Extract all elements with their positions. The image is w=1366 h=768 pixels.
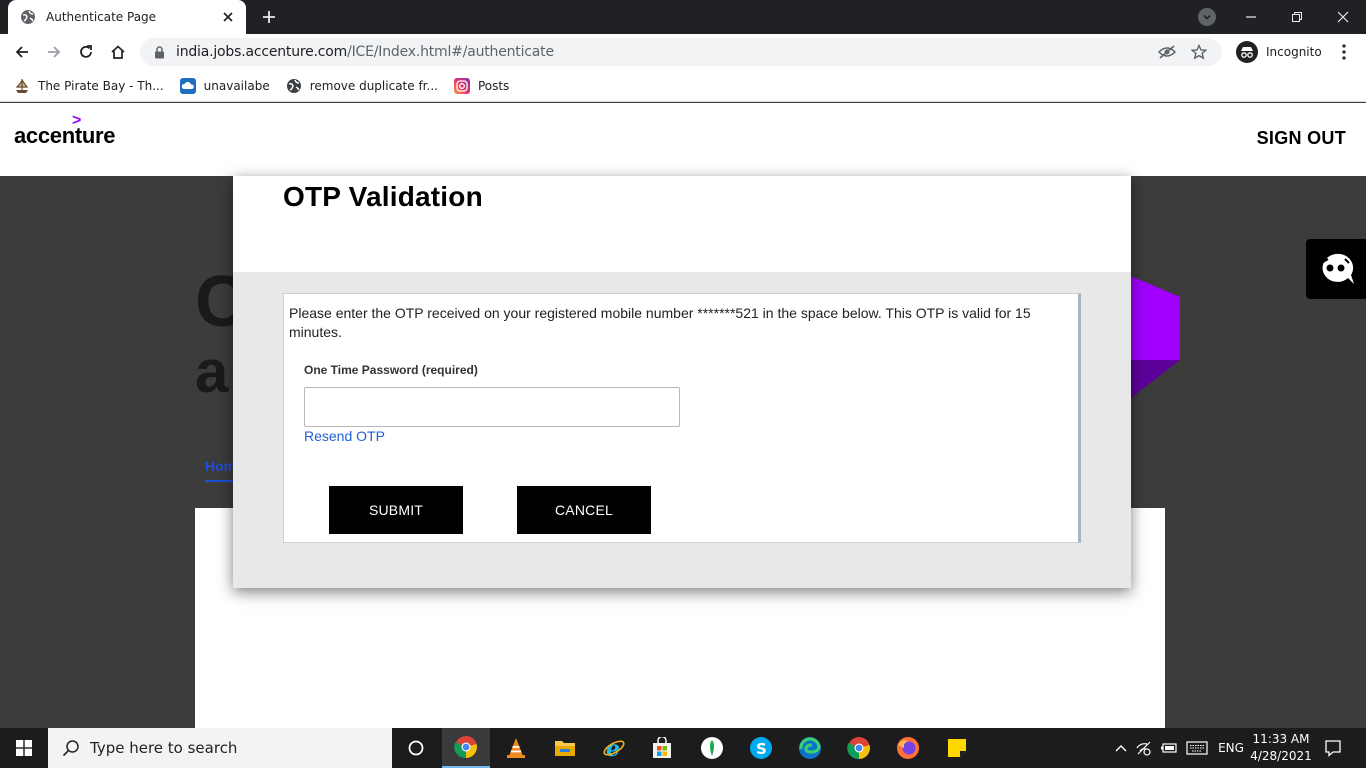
sticky-notes-icon[interactable] <box>933 728 981 768</box>
chat-help-widget[interactable] <box>1306 239 1366 299</box>
modal-title: OTP Validation <box>283 181 483 212</box>
restore-icon[interactable] <box>1274 0 1320 34</box>
svg-text:S: S <box>756 740 767 758</box>
incognito-icon <box>1236 41 1258 63</box>
browser-menu-icon[interactable] <box>1334 42 1354 62</box>
pirate-ship-icon <box>14 78 30 94</box>
accent-cube-shadow <box>1131 360 1180 398</box>
site-header: > accenture SIGN OUT <box>0 103 1366 176</box>
new-tab-icon[interactable] <box>260 8 278 26</box>
logo-text: accenture <box>14 123 116 148</box>
bookmark-posts[interactable]: Posts <box>453 74 509 98</box>
background-heading-fragment: a <box>195 338 229 405</box>
browser-tab[interactable]: Authenticate Page <box>8 0 246 34</box>
browser-toolbar: india.jobs.accenture.com/ICE/Index.html#… <box>0 34 1366 70</box>
chat-bot-icon <box>1322 253 1354 284</box>
reload-icon[interactable] <box>73 39 99 65</box>
bookmark-pirate-bay[interactable]: The Pirate Bay - Th... <box>14 74 164 98</box>
home-icon[interactable] <box>105 39 131 65</box>
svg-text:e: e <box>606 736 620 760</box>
resend-otp-link[interactable]: Resend OTP <box>304 428 385 444</box>
globe-icon <box>20 9 36 25</box>
chrome-icon[interactable] <box>442 728 490 768</box>
system-clock[interactable]: 11:33 AM 4/28/2021 <box>1248 731 1314 765</box>
url-text: india.jobs.accenture.com/ICE/Index.html#… <box>176 44 554 60</box>
microsoft-store-icon[interactable] <box>638 728 686 768</box>
bookmark-remove-duplicate[interactable]: remove duplicate fr... <box>286 74 438 98</box>
input-language[interactable]: ENG <box>1214 728 1248 768</box>
otp-instructions: Please enter the OTP received on your re… <box>289 305 1031 340</box>
battery-icon[interactable] <box>1158 728 1180 768</box>
clock-date: 4/28/2021 <box>1250 749 1312 763</box>
background-home-tab: Home <box>205 458 235 482</box>
bookmarks-bar: The Pirate Bay - Th... unavailabe remove… <box>0 70 1366 102</box>
otp-input[interactable] <box>304 387 680 427</box>
otp-field-label: One Time Password (required) <box>304 363 478 377</box>
internet-explorer-icon[interactable]: e <box>590 728 638 768</box>
lock-icon[interactable] <box>152 45 166 59</box>
otp-modal: OTP Validation Please enter the OTP rece… <box>233 176 1131 588</box>
cancel-button[interactable]: CANCEL <box>517 486 651 534</box>
cloud-icon <box>179 77 196 94</box>
eye-off-icon[interactable] <box>1158 43 1176 61</box>
sign-out-link[interactable]: SIGN OUT <box>1257 128 1346 149</box>
task-view-icon[interactable] <box>392 728 440 768</box>
network-icon[interactable] <box>1133 728 1155 768</box>
vlc-icon[interactable] <box>492 728 540 768</box>
keyboard-icon[interactable] <box>1184 728 1210 768</box>
forward-icon[interactable] <box>41 39 67 65</box>
address-bar[interactable]: india.jobs.accenture.com/ICE/Index.html#… <box>140 38 1222 66</box>
browser-tab-strip: Authenticate Page <box>0 0 1366 34</box>
file-explorer-icon[interactable] <box>541 728 589 768</box>
modal-header: OTP Validation <box>233 176 1131 272</box>
bookmark-star-icon[interactable] <box>1190 43 1208 61</box>
incognito-profile[interactable]: Incognito <box>1234 38 1332 66</box>
taskbar-search-box[interactable]: Type here to search <box>48 728 392 768</box>
language-label: ENG <box>1218 741 1244 755</box>
chrome-icon[interactable] <box>835 728 883 768</box>
submit-button[interactable]: SUBMIT <box>329 486 463 534</box>
window-controls <box>1228 0 1366 34</box>
incognito-label: Incognito <box>1266 45 1322 59</box>
taskbar-search-placeholder: Type here to search <box>90 739 238 757</box>
notifications-icon[interactable] <box>1318 728 1348 768</box>
windows-start-icon[interactable] <box>0 728 48 768</box>
firefox-icon[interactable] <box>884 728 932 768</box>
clock-time: 11:33 AM <box>1252 732 1310 746</box>
search-icon <box>62 740 79 757</box>
tab-title: Authenticate Page <box>46 10 157 24</box>
instagram-icon <box>453 77 470 94</box>
minimize-icon[interactable] <box>1228 0 1274 34</box>
back-icon[interactable] <box>9 39 35 65</box>
bookmark-unavailabe[interactable]: unavailabe <box>179 74 270 98</box>
tab-search-icon[interactable] <box>1198 8 1216 26</box>
mongodb-compass-icon[interactable] <box>688 728 736 768</box>
edge-icon[interactable] <box>786 728 834 768</box>
otp-form-panel: Please enter the OTP received on your re… <box>283 293 1081 543</box>
close-tab-icon[interactable] <box>220 9 236 25</box>
windows-taskbar: Type here to search e S ENG 11:33 AM 4/2… <box>0 728 1366 768</box>
skype-icon[interactable]: S <box>737 728 785 768</box>
globe-icon <box>286 78 302 94</box>
chevron-up-icon[interactable] <box>1112 728 1130 768</box>
close-window-icon[interactable] <box>1320 0 1366 34</box>
